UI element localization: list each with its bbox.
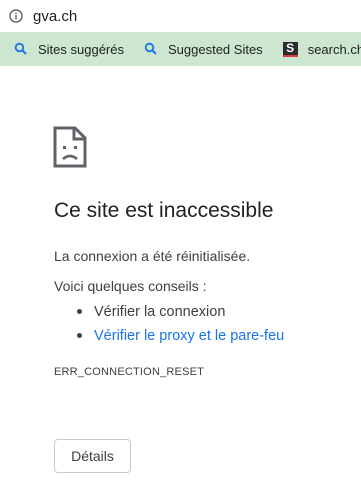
bookmarks-bar: Sites suggérés Suggested Sites S search.… <box>0 32 361 66</box>
bookmark-suggested-sites[interactable]: Suggested Sites <box>144 42 263 57</box>
tip-check-proxy: Vérifier le proxy et le pare-feu <box>54 325 284 349</box>
bookmark-label: Sites suggérés <box>38 41 124 57</box>
tips-list: Vérifier la connexion Vérifier le proxy … <box>54 301 284 349</box>
sad-document-icon <box>53 126 87 168</box>
details-button[interactable]: Détails <box>54 439 131 473</box>
search-icon <box>14 42 28 56</box>
search-ch-logo-icon: S <box>282 41 298 57</box>
check-proxy-link[interactable]: Vérifier le proxy et le pare-feu <box>94 328 284 344</box>
tip-check-connection: Vérifier la connexion <box>54 301 284 325</box>
search-icon <box>144 42 158 56</box>
error-message: La connexion a été réinitialisée. <box>54 248 251 264</box>
page-title: Ce site est inaccessible <box>54 199 274 222</box>
error-code: ERR_CONNECTION_RESET <box>54 366 205 378</box>
url-text[interactable]: gva.ch <box>33 8 77 25</box>
bookmark-search-ch[interactable]: S search.ch <box>282 41 361 57</box>
bookmark-label: Suggested Sites <box>168 41 263 57</box>
address-bar[interactable]: gva.ch <box>0 0 361 32</box>
bookmark-label: search.ch <box>307 41 361 57</box>
tips-heading: Voici quelques conseils : <box>54 278 207 294</box>
info-icon[interactable] <box>9 9 23 23</box>
bookmark-sites-suggeres[interactable]: Sites suggérés <box>14 42 124 57</box>
tip-label: Vérifier la connexion <box>94 304 226 320</box>
